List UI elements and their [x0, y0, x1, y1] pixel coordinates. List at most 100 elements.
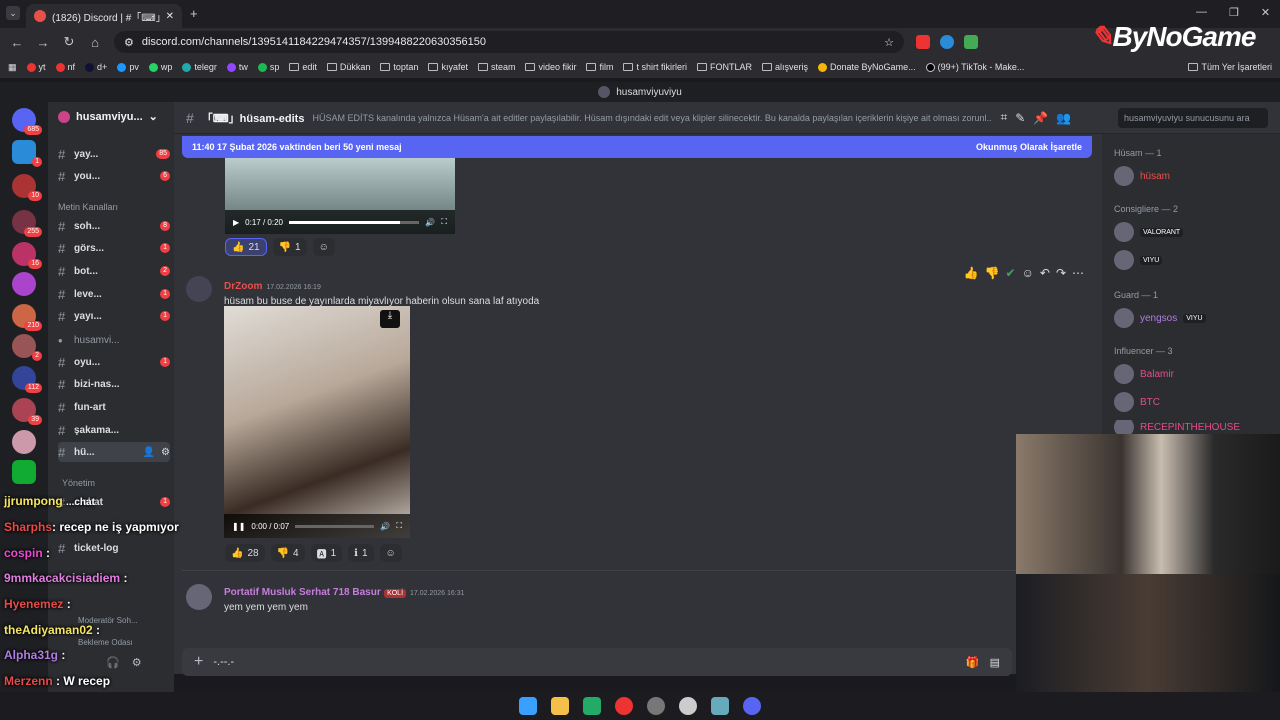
video-progress[interactable] [295, 524, 375, 528]
reload-icon[interactable]: ↻ [62, 34, 76, 50]
bookmark[interactable]: Donate ByNoGame... [818, 62, 916, 72]
search-input[interactable]: husamviyuviyu sunucusunu ara [1118, 107, 1268, 128]
bookmark[interactable]: wp [148, 62, 172, 72]
message-input[interactable]: + -.--.- 🎁 ▤ [182, 648, 1012, 676]
server-icon[interactable]: 1 [12, 140, 42, 167]
all-bookmarks-folder[interactable]: Tüm Yer İşaretleri [1188, 62, 1272, 72]
reaction-info[interactable]: ℹ1 [348, 544, 374, 562]
obs-icon[interactable] [647, 697, 665, 715]
apps-icon[interactable]: ▦ [8, 62, 17, 73]
reaction-thumbs-down[interactable]: 👎 4 [270, 544, 305, 562]
channel-item[interactable]: # görs... 1 [58, 238, 170, 258]
volume-icon[interactable]: 🔊 [425, 218, 435, 227]
channel-item[interactable]: # fun-art [58, 397, 170, 417]
channel-item-active[interactable]: # hü... 👤 ⚙ [58, 442, 170, 462]
mute-icon[interactable]: ✎ [1015, 111, 1025, 125]
app-icon[interactable] [679, 697, 697, 715]
mark-as-read-button[interactable]: Okunmuş Olarak İşaretle [976, 142, 1082, 152]
bookmark[interactable]: d+ [85, 62, 107, 72]
server-icon[interactable] [12, 460, 36, 484]
gif-icon[interactable]: ▤ [990, 656, 1000, 669]
channel-item[interactable]: # bizi-nas... [58, 374, 170, 394]
more-icon[interactable]: ⋯ [1072, 266, 1084, 280]
channel-item[interactable]: # şakama... [58, 420, 170, 440]
video-attachment[interactable]: ⤓ ❚❚ 0:00 / 0:07 🔊 ⛶ [224, 306, 410, 538]
tab-search-icon[interactable]: ⌄ [6, 6, 20, 20]
server-icon[interactable]: 10 [12, 174, 42, 201]
bookmark[interactable]: (99+) TikTok - Make... [925, 62, 1024, 72]
extension-icon[interactable] [940, 35, 954, 49]
members-icon[interactable]: 👥 [1056, 111, 1071, 125]
add-member-icon[interactable]: 👤 [143, 447, 155, 458]
reaction-thumbs-up[interactable]: 👍 21 [225, 238, 267, 256]
user-settings-gear-icon[interactable]: ⚙ [132, 656, 142, 669]
new-messages-banner[interactable]: 11:40 17 Şubat 2026 vaktinden beri 50 ye… [182, 136, 1092, 158]
category-text-channels[interactable]: Metin Kanalları [58, 202, 118, 212]
bookmark[interactable]: sp [257, 62, 279, 72]
app-icon[interactable] [711, 697, 729, 715]
bookmark-folder[interactable]: FONTLAR [697, 62, 752, 72]
channel-item[interactable]: # you... 6 [58, 166, 170, 186]
channel-item[interactable]: # yay... 85 [58, 144, 170, 164]
close-tab-icon[interactable]: ✕ [166, 11, 174, 22]
pause-icon[interactable]: ❚❚ [232, 522, 245, 531]
fullscreen-icon[interactable]: ⛶ [441, 217, 447, 227]
terminal-icon[interactable] [583, 697, 601, 715]
channel-topic[interactable]: HÜSAM EDİTS kanalında yalnızca Hüsam'a a… [312, 113, 992, 123]
member-item[interactable]: VALORANT [1114, 222, 1184, 242]
extension-abp-icon[interactable] [916, 35, 930, 49]
reaction-a[interactable]: 🅰 1 [310, 544, 343, 562]
gift-icon[interactable]: 🎁 [966, 656, 980, 669]
bookmark-folder[interactable]: alışveriş [762, 62, 808, 72]
volume-icon[interactable]: 🔊 [380, 522, 390, 531]
channel-item[interactable]: # soh... 8 [58, 216, 170, 236]
browser-tab[interactable]: (1826) Discord | #「⌨」hüsam-e ✕ [26, 4, 182, 28]
close-window-icon[interactable]: ✕ [1261, 6, 1270, 19]
threads-icon[interactable]: ⌗ [1000, 110, 1007, 125]
add-reaction-icon[interactable]: ☺ [312, 238, 335, 256]
bookmark-folder[interactable]: toptan [380, 62, 418, 72]
channel-item[interactable]: • husamvi... [58, 330, 170, 350]
minimize-icon[interactable]: — [1196, 6, 1207, 19]
fullscreen-icon[interactable]: ⛶ [396, 521, 402, 531]
member-item[interactable]: BTC [1114, 392, 1160, 412]
bookmark[interactable]: yt [26, 62, 46, 72]
server-icon[interactable] [12, 272, 36, 296]
add-reaction-icon[interactable]: ☺ [1022, 266, 1034, 280]
video-attachment[interactable]: ▶ 0:17 / 0:20 🔊 ⛶ [225, 158, 455, 234]
member-item[interactable]: hüsam [1114, 166, 1170, 186]
member-item[interactable]: VIYU [1114, 250, 1163, 270]
server-icon[interactable]: 255 [12, 210, 42, 237]
add-attachment-icon[interactable]: + [194, 653, 203, 671]
back-icon[interactable]: ← [10, 35, 24, 50]
bookmark-folder[interactable]: steam [477, 62, 515, 72]
bookmark-folder[interactable]: kıyafet [428, 62, 468, 72]
bookmark-folder[interactable]: film [586, 62, 613, 72]
add-reaction-icon[interactable]: ☺ [379, 544, 402, 562]
headset-icon[interactable]: 🎧 [106, 656, 120, 669]
reaction-thumbs-down[interactable]: 👎 1 [272, 238, 307, 256]
reaction-thumbs-up[interactable]: 👍 28 [225, 544, 265, 562]
download-icon[interactable]: ⤓ [380, 310, 400, 328]
server-icon[interactable]: 16 [12, 242, 42, 269]
url-field[interactable]: ⚙ discord.com/channels/13951411842294743… [114, 31, 904, 53]
extension-icon[interactable] [964, 35, 978, 49]
bookmark[interactable]: pv [117, 62, 139, 72]
windows-start-icon[interactable] [519, 697, 537, 715]
discord-icon[interactable] [743, 697, 761, 715]
bookmark[interactable]: tw [226, 62, 248, 72]
bookmark-folder[interactable]: edit [289, 62, 317, 72]
reply-icon[interactable]: ↶ [1040, 266, 1050, 280]
discord-home-icon[interactable]: 685 [12, 108, 42, 135]
server-icon[interactable]: 2 [12, 334, 42, 361]
channel-item[interactable]: # leve... 1 [58, 284, 170, 304]
server-header[interactable]: husamviyu... ⌄ [58, 110, 158, 123]
home-icon[interactable]: ⌂ [88, 35, 102, 50]
play-icon[interactable]: ▶ [233, 218, 239, 227]
channel-item[interactable]: # ticket-log [58, 538, 170, 558]
member-item[interactable]: yengsos VIYU [1114, 308, 1206, 328]
bookmark[interactable]: telegr [182, 62, 217, 72]
channel-item[interactable]: # bot... 2 [58, 261, 170, 281]
bookmark-star-icon[interactable]: ☆ [884, 36, 894, 49]
site-info-icon[interactable]: ⚙ [124, 36, 134, 49]
